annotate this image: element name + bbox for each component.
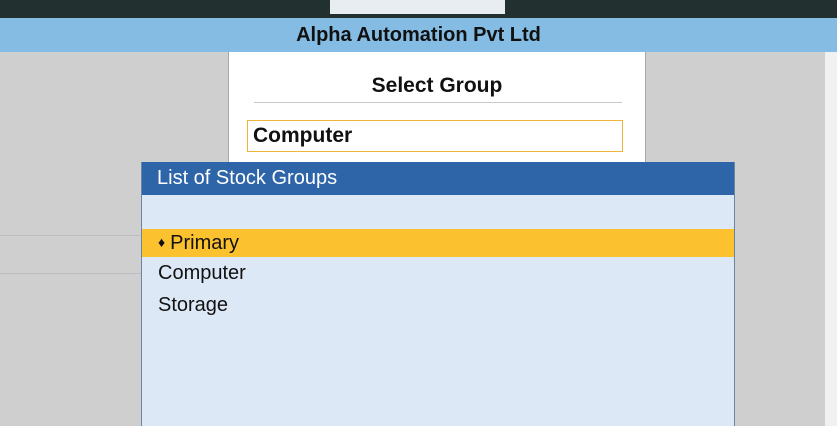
list-item-computer[interactable]: Computer [142,259,734,287]
company-name: Alpha Automation Pvt Ltd [296,24,541,46]
right-side-strip [825,52,837,426]
list-item-storage[interactable]: Storage [142,291,734,319]
stock-groups-list-popup: List of Stock Groups ♦ Primary Computer S… [141,162,735,426]
list-item-label: Storage [158,294,229,316]
active-tab[interactable] [330,0,505,14]
title-divider [254,102,622,103]
list-item-label: Primary [170,232,240,254]
list-header: List of Stock Groups [142,162,734,195]
background-divider [0,273,142,274]
diamond-marker-icon: ♦ [158,234,166,250]
list-item-primary[interactable]: ♦ Primary [142,229,734,257]
select-group-title: Select Group [371,74,503,97]
company-title-bar: Alpha Automation Pvt Ltd [0,18,837,52]
top-menu-bar [0,0,837,18]
background-divider [0,235,142,236]
select-group-panel: Select Group Computer [228,52,646,162]
group-name-input[interactable]: Computer [247,120,623,152]
list-item-label: Computer [158,262,246,284]
